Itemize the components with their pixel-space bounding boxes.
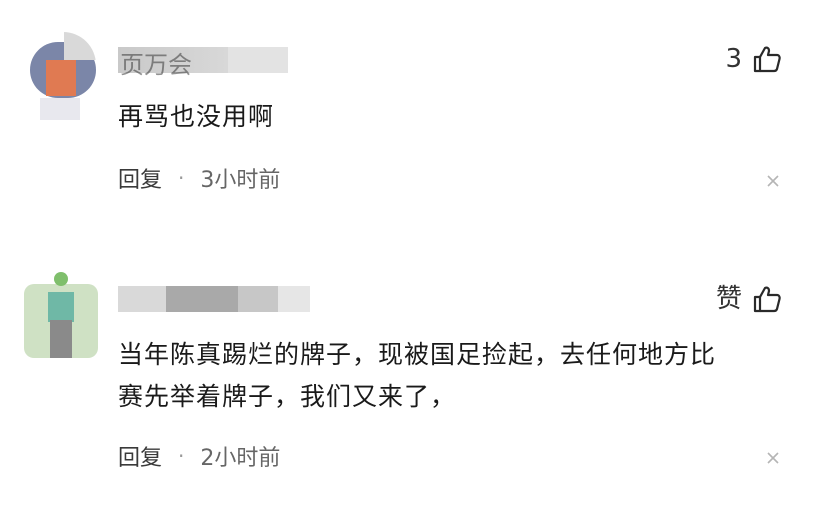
comment-text-line: 当年陈真踢烂的牌子，现被国足捡起，去任何地方比 [118,340,717,369]
comment-text: 再骂也没用啊 [118,102,275,131]
comment-text: 当年陈真踢烂的牌子，现被国足捡起，去任何地方比 赛先举着牌子，我们又来了， [118,334,778,418]
like-button[interactable]: 3 [725,44,782,74]
comment-meta: 回复 · 2小时前 [118,440,280,472]
close-icon[interactable] [766,451,780,465]
username-partial-text: 页万会 [120,51,192,79]
close-icon[interactable] [766,174,780,188]
username-blurred[interactable]: 页万会 [118,47,288,79]
timestamp: 2小时前 [200,446,281,471]
avatar[interactable] [30,32,96,120]
avatar[interactable] [24,272,98,358]
comment-item: 页万会 3 再骂也没用啊 回复 · 3小时前 [0,0,816,250]
like-label: 赞 [715,284,742,314]
reply-button[interactable]: 回复 [118,162,162,194]
comment-meta: 回复 · 3小时前 [118,162,280,194]
timestamp: 3小时前 [200,168,281,193]
reply-button[interactable]: 回复 [118,440,162,472]
like-button[interactable]: 赞 [716,284,782,314]
thumbs-up-icon [753,286,781,313]
comment-text-line: 赛先举着牌子，我们又来了， [118,382,457,411]
comment-item: 赞 当年陈真踢烂的牌子，现被国足捡起，去任何地方比 赛先举着牌子，我们又来了， … [0,250,816,506]
username-blurred[interactable] [118,286,310,312]
separator-dot: · [178,444,185,468]
separator-dot: · [178,166,185,190]
thumbs-up-icon [753,46,781,73]
like-count: 3 [725,44,742,74]
